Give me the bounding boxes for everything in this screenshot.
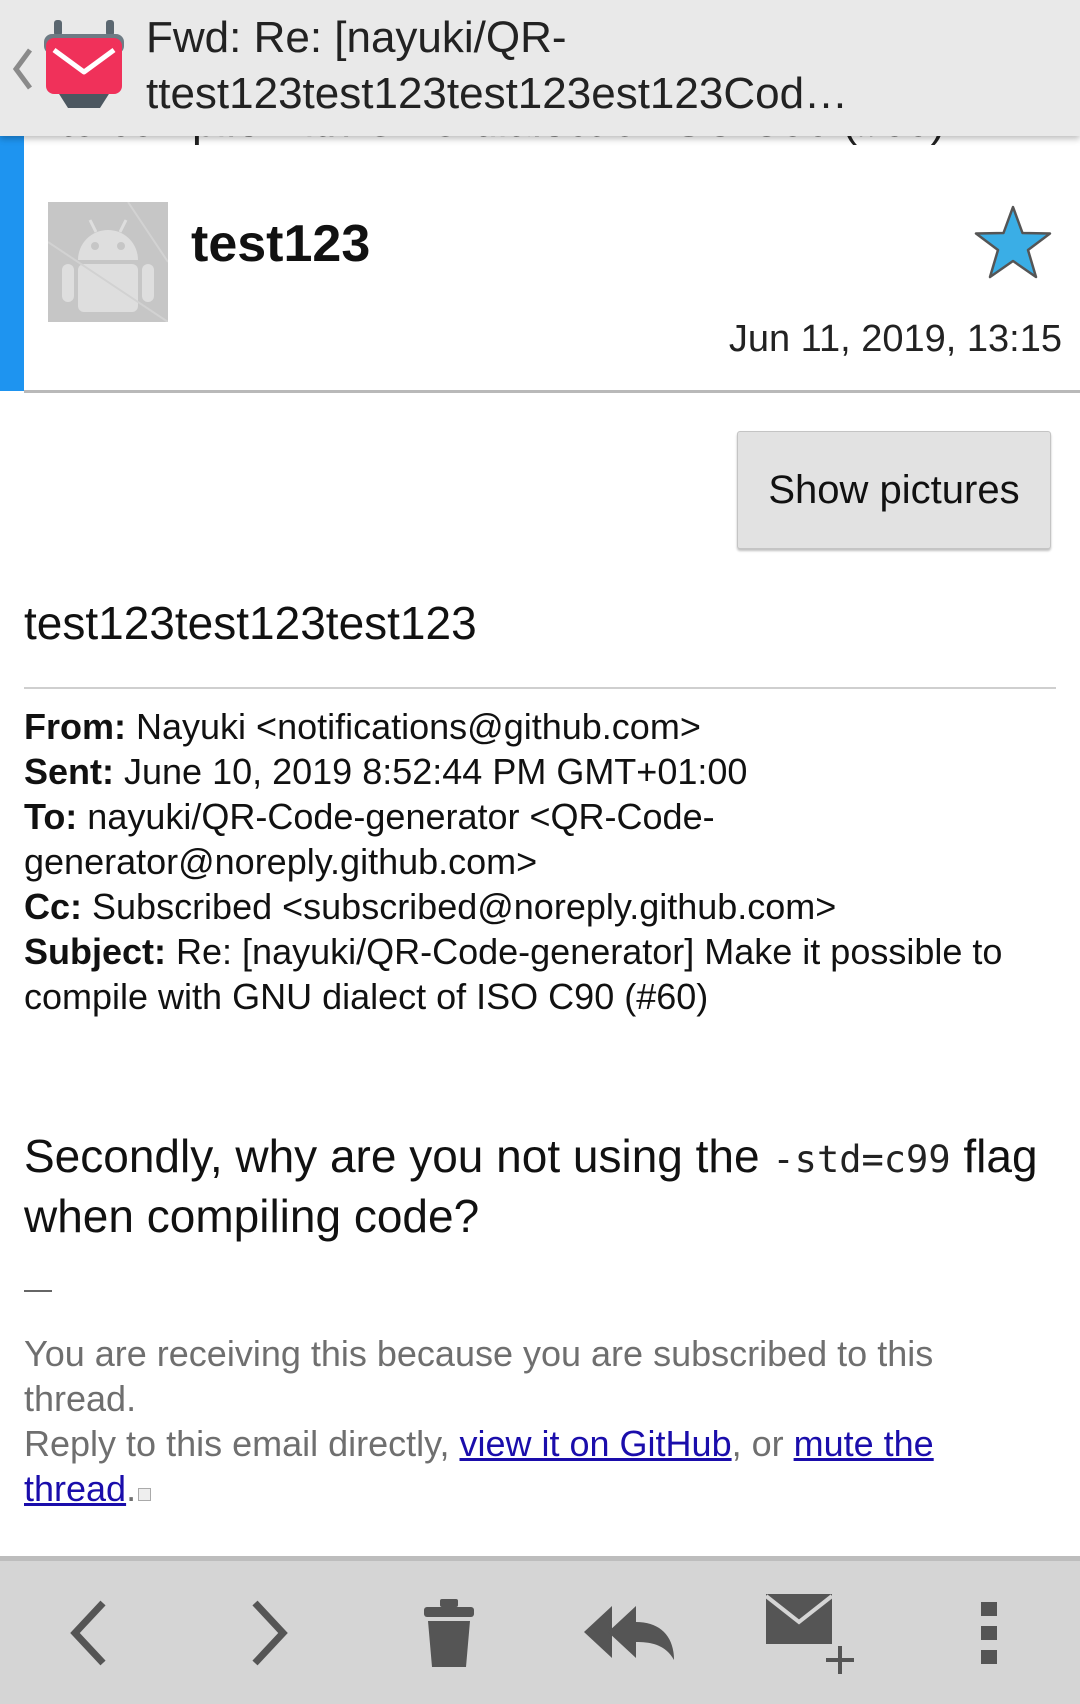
message-title: Fwd: Re: [nayuki/QR- ttest123test123test… [146,10,1046,122]
footer-text-end: . [126,1468,137,1509]
tracking-pixel-icon [138,1488,152,1501]
reply-all-button[interactable] [575,1561,685,1704]
fwd-sent-row: Sent: June 10, 2019 8:52:44 PM GMT+01:00 [24,749,1054,794]
sender-name[interactable]: test123 [191,214,370,274]
fwd-sent-value: June 10, 2019 8:52:44 PM GMT+01:00 [114,751,748,792]
fwd-cc-row: Cc: Subscribed <subscribed@noreply.githu… [24,884,1054,929]
next-button[interactable] [213,1561,323,1704]
footer-text-mid: , or [731,1423,794,1464]
title-line-2: ttest123test123test123est123Cod… [146,69,849,118]
compose-icon [764,1593,854,1674]
fwd-subject-label: Subject: [24,931,167,972]
footer-line-2: Reply to this email directly, view it on… [24,1421,1044,1511]
overflow-menu-icon [981,1601,997,1664]
fwd-subject-row: Subject: Re: [nayuki/QR-Code-generator] … [24,929,1054,1019]
bottom-toolbar [0,1556,1080,1704]
fwd-to-row: To: nayuki/QR-Code-generator <QR-Code-ge… [24,794,1054,884]
forward-divider [24,687,1056,689]
fwd-to-value: nayuki/QR-Code-generator <QR-Code-genera… [24,796,715,882]
fwd-from-value: Nayuki <notifications@github.com> [126,706,701,747]
android-avatar-icon [48,202,168,322]
quoted-question: Secondly, why are you not using the -std… [24,1128,1054,1245]
account-color-chip [0,136,24,391]
message-date: Jun 11, 2019, 13:15 [728,318,1062,360]
message-header: to compile with GNU dialect of ISO C90 (… [0,97,1080,393]
compose-button[interactable] [755,1561,865,1704]
action-bar: Fwd: Re: [nayuki/QR- ttest123test123test… [0,0,1080,136]
previous-button[interactable] [35,1561,145,1704]
fwd-cc-label: Cc: [24,886,83,927]
reply-all-icon [584,1605,674,1660]
header-divider [24,390,1080,393]
overflow-menu-button[interactable] [934,1561,1044,1704]
fwd-from-row: From: Nayuki <notifications@github.com> [24,704,1054,749]
view-on-github-link[interactable]: view it on GitHub [459,1423,731,1464]
fwd-sent-label: Sent: [24,751,114,792]
star-icon[interactable] [972,204,1054,282]
delete-icon [424,1598,474,1667]
email-footer: You are receiving this because you are s… [24,1331,1044,1511]
chevron-left-icon[interactable] [10,44,36,94]
k9-mail-icon[interactable] [40,16,128,112]
show-pictures-button[interactable]: Show pictures [737,431,1051,549]
fwd-to-label: To: [24,796,78,837]
fwd-from-label: From: [24,706,126,747]
question-code: -std=c99 [772,1138,951,1181]
footer-text-pre: Reply to this email directly, [24,1423,460,1464]
forwarded-header: From: Nayuki <notifications@github.com> … [24,704,1054,1019]
question-text-1: Secondly, why are you not using the [24,1130,773,1182]
title-line-1: Fwd: Re: [nayuki/QR- [146,13,567,62]
signature-dash [24,1290,52,1292]
next-icon [252,1600,288,1665]
previous-icon [70,1600,106,1665]
delete-button[interactable] [394,1561,504,1704]
fwd-cc-value: Subscribed <subscribed@noreply.github.co… [82,886,837,927]
fwd-subject-value: Re: [nayuki/QR-Code-generator] Make it p… [24,931,1003,1017]
message-body-text: test123test123test123 [24,597,477,649]
footer-line-1: You are receiving this because you are s… [24,1333,934,1419]
avatar[interactable] [48,202,168,322]
